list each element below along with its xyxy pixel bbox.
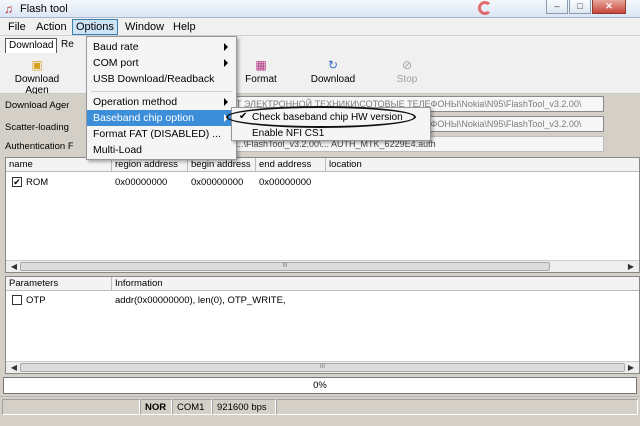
minimize-button[interactable]: –: [546, 0, 568, 14]
stop-button[interactable]: ⊘ Stop: [372, 58, 442, 85]
rom-table-hscrollbar[interactable]: ◀ III ▶: [6, 260, 639, 272]
parameters-table-header: Parameters Information: [6, 277, 639, 291]
baseband-chip-option-label: Baseband chip option: [93, 112, 194, 124]
status-flash-type: NOR: [140, 399, 172, 415]
menu-help[interactable]: Help: [173, 21, 196, 33]
window-title: Flash tool: [20, 3, 68, 15]
submenu-arrow-icon: [224, 43, 228, 51]
maximize-button[interactable]: □: [569, 0, 591, 14]
stop-label: Stop: [396, 74, 418, 85]
col-parameters[interactable]: Parameters: [6, 277, 112, 291]
menu-item-operation-method[interactable]: Operation method: [87, 94, 236, 110]
title-bar: ♫ Flash tool – □ ✕: [0, 0, 640, 18]
options-menu: Baud rate COM port USB Download/Readback…: [86, 36, 237, 160]
parameters-table-hscrollbar[interactable]: ◀ III ▶: [6, 361, 639, 373]
close-button[interactable]: ✕: [592, 0, 626, 14]
format-label: Format: [245, 74, 277, 85]
tab-download[interactable]: Download: [5, 38, 58, 53]
download-label: Download: [310, 74, 356, 85]
otp-info: addr(0x00000000), len(0), OTP_WRITE,: [115, 295, 286, 306]
scroll-right-icon[interactable]: ▶: [625, 363, 637, 373]
menu-file[interactable]: File: [8, 21, 26, 33]
scroll-left-icon[interactable]: ◀: [8, 262, 20, 272]
status-message: [276, 399, 638, 415]
rom-table-header: name region address begin address end ad…: [6, 158, 639, 172]
highlight-ellipse: [226, 106, 416, 128]
col-end-address[interactable]: end address: [256, 158, 326, 172]
stop-icon: ⊘: [401, 58, 413, 72]
scroll-thumb[interactable]: III: [20, 262, 550, 271]
scroll-thumb[interactable]: III: [20, 363, 625, 372]
rom-name: ROM: [26, 177, 49, 188]
submenu-arrow-icon: [224, 98, 228, 106]
enable-nfi-cs1-label: Enable NFI CS1: [252, 128, 325, 139]
menu-item-baud-rate[interactable]: Baud rate: [87, 39, 236, 55]
menu-action[interactable]: Action: [36, 21, 67, 33]
menu-window[interactable]: Window: [125, 21, 164, 33]
rom-table: name region address begin address end ad…: [5, 157, 640, 273]
otp-checkbox[interactable]: [12, 295, 22, 305]
col-location[interactable]: location: [326, 158, 406, 172]
progress-bar: 0%: [3, 377, 637, 394]
auth-field-label: Authentication F: [5, 141, 73, 152]
menu-bar: File Action Options Window Help: [0, 18, 640, 36]
title-decoration: [478, 1, 492, 15]
rom-begin-address: 0x00000000: [191, 177, 244, 188]
com-port-label: COM port: [93, 57, 139, 69]
status-com-port: COM1: [172, 399, 212, 415]
col-begin-address[interactable]: begin address: [188, 158, 256, 172]
download-agent-button[interactable]: ▣ Download Agen: [2, 58, 72, 96]
download-agent-field-label: Download Agen: [5, 100, 69, 111]
submenu-arrow-icon: [224, 59, 228, 67]
menu-item-multi-load[interactable]: Multi-Load: [87, 142, 236, 158]
rom-end-address: 0x00000000: [259, 177, 312, 188]
col-name[interactable]: name: [6, 158, 112, 172]
menu-item-com-port[interactable]: COM port: [87, 55, 236, 71]
scroll-right-icon[interactable]: ▶: [625, 262, 637, 272]
download-button[interactable]: ↻ Download: [298, 58, 368, 85]
baud-rate-label: Baud rate: [93, 41, 139, 53]
parameters-table: Parameters Information OTP addr(0x000000…: [5, 276, 640, 374]
status-baud-rate: 921600 bps: [212, 399, 276, 415]
flash-tool-icon: ♫: [4, 2, 13, 16]
col-information[interactable]: Information: [112, 277, 639, 291]
download-agent-label: Download Agen: [14, 74, 60, 96]
status-bar: NOR COM1 921600 bps: [0, 396, 640, 426]
menu-separator: [91, 91, 232, 92]
menu-item-baseband-chip-option[interactable]: Baseband chip option: [87, 110, 236, 126]
menu-item-format-fat[interactable]: Format FAT (DISABLED) ...: [87, 126, 236, 142]
menu-item-usb-download[interactable]: USB Download/Readback: [87, 71, 236, 87]
scatter-field-label: Scatter-loading f: [5, 122, 69, 133]
otp-name: OTP: [26, 295, 46, 306]
menu-item-enable-nfi-cs1[interactable]: Enable NFI CS1: [232, 126, 430, 141]
operation-method-label: Operation method: [93, 96, 178, 108]
folder-icon: ▣: [31, 58, 43, 72]
scroll-left-icon[interactable]: ◀: [8, 363, 20, 373]
rom-region-address: 0x00000000: [115, 177, 168, 188]
col-region-address[interactable]: region address: [112, 158, 188, 172]
tab-readback[interactable]: Re: [58, 38, 77, 53]
menu-options[interactable]: Options: [72, 19, 118, 35]
status-blank: [2, 399, 140, 415]
download-icon: ↻: [327, 58, 339, 72]
rom-checkbox[interactable]: ✔: [12, 177, 22, 187]
